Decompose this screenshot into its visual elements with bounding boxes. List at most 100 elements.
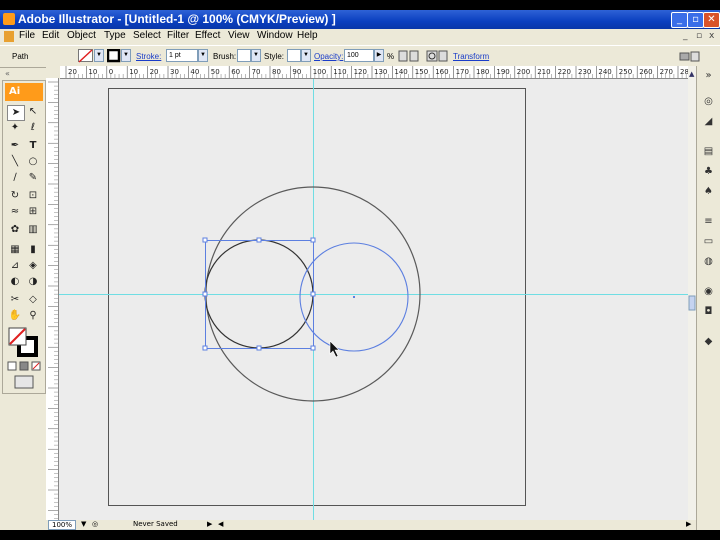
- minimize-button[interactable]: _: [671, 12, 688, 28]
- scrollbar-parts[interactable]: ▲ ▼: [688, 66, 696, 530]
- horizontal-ruler: 20 10 0 10 20 30 40 50 60 70 80 90 100 110 120 130 140 15…: [60, 66, 688, 79]
- ruler-origin[interactable]: [46, 66, 60, 78]
- scroll-right-icon[interactable]: ▶: [686, 520, 691, 528]
- paintbrush-tool-icon[interactable]: ∕: [7, 171, 23, 185]
- scale-tool-icon[interactable]: ⊡: [25, 189, 41, 203]
- opacity-field[interactable]: 100: [344, 49, 374, 62]
- navigator-panel-icon[interactable]: ◎: [702, 96, 715, 108]
- live-paint-tool-icon[interactable]: ◐: [7, 275, 23, 289]
- fill-swatch[interactable]: [78, 49, 94, 63]
- artwork-svg: [59, 79, 688, 530]
- direct-selection-tool-icon[interactable]: ↖: [25, 105, 41, 119]
- opacity-dropdown[interactable]: ▶: [374, 49, 384, 62]
- menu-file[interactable]: File: [19, 30, 35, 41]
- eraser-tool-icon[interactable]: ◇: [25, 293, 41, 307]
- graphic-styles-panel-icon[interactable]: ◘: [702, 306, 715, 318]
- ruler-tick-label: 240: [598, 68, 611, 76]
- ruler-tick-label: 140: [394, 68, 407, 76]
- brush-dropdown[interactable]: ▼: [251, 49, 261, 62]
- close-button[interactable]: ✕: [703, 12, 720, 28]
- symbol-sprayer-tool-icon[interactable]: ✿: [7, 223, 23, 237]
- status-menu-arrow-icon[interactable]: ▶: [207, 520, 212, 528]
- screen-mode-icon[interactable]: [14, 375, 34, 389]
- isolate-icon[interactable]: [426, 49, 450, 63]
- eyedropper-tool-icon[interactable]: ⊿: [7, 259, 23, 273]
- gradient-panel-icon[interactable]: ▭: [702, 236, 715, 248]
- menu-view[interactable]: View: [228, 30, 250, 41]
- menu-filter[interactable]: Filter: [167, 30, 189, 41]
- doc-restore-button[interactable]: ▫: [696, 31, 702, 41]
- artboard-canvas[interactable]: [59, 79, 688, 530]
- layers-panel-icon[interactable]: ◆: [702, 336, 715, 348]
- pencil-tool-icon[interactable]: ✎: [25, 171, 41, 185]
- swatches-panel-icon[interactable]: ▤: [702, 146, 715, 158]
- style-dropdown[interactable]: ▼: [301, 49, 311, 62]
- ruler-tick-label: 160: [435, 68, 448, 76]
- menu-select[interactable]: Select: [133, 30, 161, 41]
- color-panel-icon[interactable]: ◢: [702, 116, 715, 128]
- style-field[interactable]: [287, 49, 301, 62]
- menu-help[interactable]: Help: [297, 30, 318, 41]
- stroke-weight-dropdown[interactable]: ▼: [198, 49, 208, 62]
- menu-edit[interactable]: Edit: [42, 30, 59, 41]
- live-paint-selection-tool-icon[interactable]: ◑: [25, 275, 41, 289]
- menu-effect[interactable]: Effect: [195, 30, 220, 41]
- hand-tool-icon[interactable]: ✋: [7, 309, 23, 323]
- control-panel-menu-icon[interactable]: [678, 49, 704, 63]
- rotate-tool-icon[interactable]: ↻: [7, 189, 23, 203]
- gradient-tool-icon[interactable]: ▮: [25, 243, 41, 257]
- stroke-swatch[interactable]: [107, 49, 121, 63]
- fill-dropdown[interactable]: ▼: [94, 49, 104, 62]
- menu-window[interactable]: Window: [257, 30, 293, 41]
- zoom-dropdown-icon[interactable]: ▼: [81, 520, 86, 528]
- free-transform-tool-icon[interactable]: ⊞: [25, 205, 41, 219]
- doc-close-button[interactable]: x: [709, 31, 714, 41]
- menu-object[interactable]: Object: [67, 30, 96, 41]
- color-mode-buttons[interactable]: [7, 361, 43, 371]
- appearance-panel-icon[interactable]: ◉: [702, 286, 715, 298]
- pen-tool-icon[interactable]: ✒: [7, 139, 23, 153]
- vertical-scrollbar[interactable]: ▲ ▼: [688, 66, 696, 530]
- brushes-panel-icon[interactable]: ♠: [702, 186, 715, 198]
- ruler-tick-label: 50: [211, 68, 220, 76]
- type-tool-icon[interactable]: T: [25, 139, 41, 153]
- symbols-panel-icon[interactable]: ♣: [702, 166, 715, 178]
- brush-field[interactable]: [237, 49, 251, 62]
- selection-tool-icon[interactable]: ➤: [7, 105, 25, 121]
- menu-type[interactable]: Type: [104, 30, 126, 41]
- fill-stroke-swatches[interactable]: [8, 327, 40, 357]
- stroke-swatch-dropdown[interactable]: ▼: [121, 49, 131, 62]
- mesh-tool-icon[interactable]: ▦: [7, 243, 23, 257]
- stroke-panel-icon[interactable]: ≡: [702, 216, 715, 228]
- panel-collapse-icon[interactable]: »: [702, 70, 715, 82]
- transform-link[interactable]: Transform: [453, 52, 489, 61]
- ruler-tick-label: 200: [517, 68, 530, 76]
- stroke-link[interactable]: Stroke:: [136, 52, 161, 61]
- ruler-tick-label: 220: [558, 68, 571, 76]
- warp-tool-icon[interactable]: ≈: [7, 205, 23, 219]
- zoom-tool-icon[interactable]: ⚲: [25, 309, 41, 323]
- stroke-weight-field[interactable]: 1 pt: [166, 49, 198, 62]
- graph-tool-icon[interactable]: ▥: [25, 223, 41, 237]
- doc-minimize-button[interactable]: _: [683, 31, 688, 41]
- align-icon[interactable]: [398, 49, 420, 63]
- svg-text:▲: ▲: [689, 70, 695, 78]
- lasso-tool-icon[interactable]: ℓ: [25, 121, 41, 135]
- opacity-unit: %: [387, 52, 395, 61]
- ruler-tick-label: 260: [639, 68, 652, 76]
- ellipse-tool-icon[interactable]: ○: [25, 155, 41, 169]
- zoom-level-field[interactable]: 100%: [48, 520, 77, 530]
- line-tool-icon[interactable]: ╲: [7, 155, 23, 169]
- control-panel: Path ▼ ▼ Stroke: 1 pt ▼ Brush: ▼ Style: …: [0, 45, 720, 68]
- slice-tool-icon[interactable]: ✂: [7, 293, 23, 307]
- toolbox-logo: Ai: [5, 83, 43, 101]
- ruler-tick-label: 0: [109, 68, 113, 76]
- restore-button[interactable]: ▫: [687, 12, 704, 28]
- scroll-left-icon[interactable]: ◀: [218, 520, 223, 528]
- transparency-panel-icon[interactable]: ◍: [702, 256, 715, 268]
- magic-wand-tool-icon[interactable]: ✦: [7, 121, 23, 135]
- opacity-link[interactable]: Opacity:: [314, 52, 343, 61]
- toolbox-grip[interactable]: «: [0, 66, 46, 80]
- blend-tool-icon[interactable]: ◈: [25, 259, 41, 273]
- menu-bar: File Edit Object Type Select Filter Effe…: [0, 29, 720, 45]
